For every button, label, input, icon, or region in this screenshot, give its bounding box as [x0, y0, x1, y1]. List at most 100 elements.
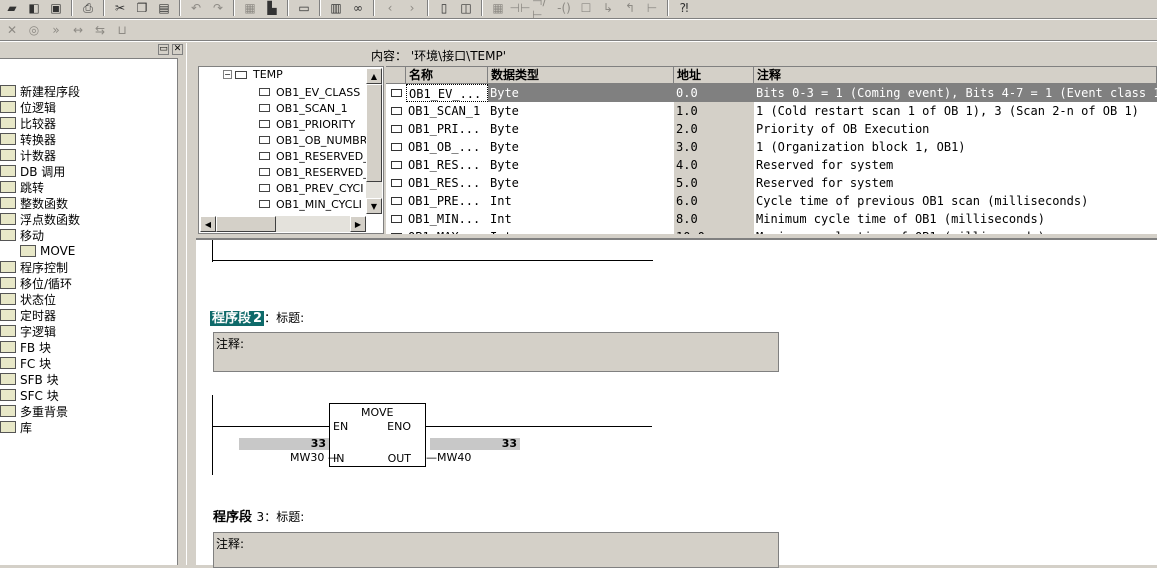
- cell-comment[interactable]: Bits 0-3 = 1 (Coming event), Bits 4-7 = …: [754, 84, 1157, 102]
- save-icon[interactable]: ▣: [46, 0, 66, 17]
- coil-icon[interactable]: -(): [554, 0, 574, 17]
- network-3-title[interactable]: 程序段 3：标题:: [213, 506, 304, 525]
- cell-type[interactable]: Int: [488, 210, 674, 228]
- catalog-item[interactable]: 新建程序段: [0, 83, 80, 99]
- overview-icon[interactable]: ▯: [434, 0, 454, 17]
- table-row[interactable]: OB1_MIN... Int 8.0 Minimum cycle time of OB…: [386, 210, 1157, 228]
- cell-comment[interactable]: Maximum cycle time of OB1 (milliseconds): [754, 228, 1157, 234]
- catalog-item[interactable]: 比较器: [0, 115, 56, 131]
- cell-type[interactable]: Int: [488, 228, 674, 234]
- scroll-right-icon[interactable]: ▶: [350, 216, 366, 232]
- table-row[interactable]: OB1_EV_... Byte 0.0 Bits 0-3 = 1 (Coming ev…: [386, 84, 1157, 102]
- cell-type[interactable]: Byte: [488, 120, 674, 138]
- cell-name[interactable]: OB1_RES...: [406, 174, 488, 192]
- col-header-name[interactable]: 名称: [406, 67, 488, 84]
- cell-type[interactable]: Byte: [488, 84, 674, 102]
- tree-horizontal-scrollbar[interactable]: ◀ ▶: [200, 216, 366, 232]
- scroll-left-icon[interactable]: ◀: [200, 216, 216, 232]
- table-row[interactable]: OB1_PRE... Int 6.0 Cycle time of previous O…: [386, 192, 1157, 210]
- catalog-item[interactable]: DB 调用: [0, 163, 65, 179]
- cell-comment[interactable]: 1 (Organization block 1, OB1): [754, 138, 1157, 156]
- col-header-type[interactable]: 数据类型: [488, 67, 674, 84]
- cell-name[interactable]: OB1_SCAN_1: [406, 102, 488, 120]
- cell-comment[interactable]: Reserved for system: [754, 156, 1157, 174]
- table-row[interactable]: OB1_RES... Byte 5.0 Reserved for system: [386, 174, 1157, 192]
- box-icon[interactable]: ☐: [576, 0, 596, 17]
- cell-name[interactable]: OB1_MAX...: [406, 228, 488, 234]
- catalog-item[interactable]: 浮点数函数: [0, 211, 80, 227]
- tree-vertical-scrollbar[interactable]: ▲ ▼: [366, 68, 382, 214]
- network-2-comment[interactable]: 注释:: [213, 332, 779, 372]
- prev-error-icon[interactable]: ‹: [380, 0, 400, 17]
- out-operand[interactable]: —MW40: [426, 451, 471, 464]
- catalog-item[interactable]: FB 块: [0, 339, 51, 355]
- catalog-item[interactable]: 多重背景: [0, 403, 68, 419]
- cell-name[interactable]: OB1_PRI...: [406, 120, 488, 138]
- catalog-item[interactable]: SFB 块: [0, 371, 59, 387]
- catalog-item[interactable]: 定时器: [0, 307, 56, 323]
- help-icon[interactable]: ⁈: [674, 0, 694, 17]
- jump-icon[interactable]: ↔: [68, 21, 88, 39]
- catalog-item[interactable]: 字逻辑: [0, 323, 56, 339]
- cell-type[interactable]: Byte: [488, 102, 674, 120]
- network-2-title[interactable]: 程序段 2 ：标题:: [210, 307, 304, 326]
- catalog-item[interactable]: 转换器: [0, 131, 56, 147]
- catalog-item[interactable]: 整数函数: [0, 195, 68, 211]
- cell-address[interactable]: 8.0: [674, 210, 754, 228]
- collapse-icon[interactable]: −: [223, 70, 232, 79]
- table-row[interactable]: OB1_RES... Byte 4.0 Reserved for system: [386, 156, 1157, 174]
- box-insert-icon[interactable]: ⇆: [90, 21, 110, 39]
- network-icon[interactable]: ◧: [24, 0, 44, 17]
- print-icon[interactable]: ⎙: [78, 0, 98, 17]
- catalog-item[interactable]: SFC 块: [0, 387, 59, 403]
- open-folder-icon[interactable]: ▰: [2, 0, 22, 17]
- catalog-item[interactable]: 库: [0, 419, 32, 435]
- catalog-item[interactable]: 计数器: [0, 147, 56, 163]
- cell-comment[interactable]: Minimum cycle time of OB1 (milliseconds): [754, 210, 1157, 228]
- cell-address[interactable]: 3.0: [674, 138, 754, 156]
- catalog-item[interactable]: 移位/循环: [0, 275, 72, 291]
- cell-address[interactable]: 10.0: [674, 228, 754, 234]
- cell-address[interactable]: 1.0: [674, 102, 754, 120]
- cell-name[interactable]: OB1_PRE...: [406, 192, 488, 210]
- close-icon[interactable]: ✕: [172, 44, 183, 55]
- redo-icon[interactable]: ↷: [208, 0, 228, 17]
- cell-name[interactable]: OB1_EV_...: [406, 84, 488, 102]
- cell-comment[interactable]: Priority of OB Execution: [754, 120, 1157, 138]
- scroll-up-icon[interactable]: ▲: [366, 68, 382, 84]
- cell-name[interactable]: OB1_OB_...: [406, 138, 488, 156]
- glasses-icon[interactable]: ∞: [348, 0, 368, 17]
- catalog-item[interactable]: 跳转: [0, 179, 44, 195]
- table-row[interactable]: OB1_OB_... Byte 3.0 1 (Organization block 1…: [386, 138, 1157, 156]
- tree-item[interactable]: OB1_RESERVED_: [259, 164, 369, 180]
- catalog-item[interactable]: FC 块: [0, 355, 51, 371]
- branch-open-icon[interactable]: ↳: [598, 0, 618, 17]
- compile-icon[interactable]: ▥: [326, 0, 346, 17]
- cell-type[interactable]: Byte: [488, 174, 674, 192]
- cell-address[interactable]: 5.0: [674, 174, 754, 192]
- tree-item[interactable]: OB1_EV_CLASS: [259, 84, 360, 100]
- cell-address[interactable]: 6.0: [674, 192, 754, 210]
- in-operand[interactable]: MW30 —: [290, 451, 339, 464]
- move-block[interactable]: MOVE EN ENO IN OUT: [329, 403, 426, 467]
- cell-comment[interactable]: Reserved for system: [754, 174, 1157, 192]
- tree-root-temp[interactable]: − TEMP: [223, 68, 283, 81]
- col-header-comment[interactable]: 注释: [754, 67, 1157, 84]
- connection-icon[interactable]: ⊢: [642, 0, 662, 17]
- tree-item[interactable]: OB1_OB_NUMBR: [259, 132, 367, 148]
- download-icon[interactable]: ▙: [262, 0, 282, 17]
- contact-nc-icon[interactable]: ⊣/⊢: [532, 0, 552, 22]
- catalog-item[interactable]: 位逻辑: [0, 99, 56, 115]
- catalog-item[interactable]: MOVE: [20, 243, 75, 259]
- catalog-item[interactable]: 程序控制: [0, 259, 68, 275]
- scroll-down-icon[interactable]: ▼: [366, 198, 382, 214]
- branch-close-icon[interactable]: ↰: [620, 0, 640, 17]
- rung-extend-icon[interactable]: ⊔: [112, 21, 132, 39]
- paste-icon[interactable]: ▤: [154, 0, 174, 17]
- tree-item[interactable]: OB1_SCAN_1: [259, 100, 348, 116]
- col-header-address[interactable]: 地址: [674, 67, 754, 84]
- scroll-thumb[interactable]: [366, 84, 382, 182]
- catalog-item[interactable]: 状态位: [0, 291, 56, 307]
- network-3-comment[interactable]: 注释:: [213, 532, 779, 568]
- next-error-icon[interactable]: ›: [402, 0, 422, 17]
